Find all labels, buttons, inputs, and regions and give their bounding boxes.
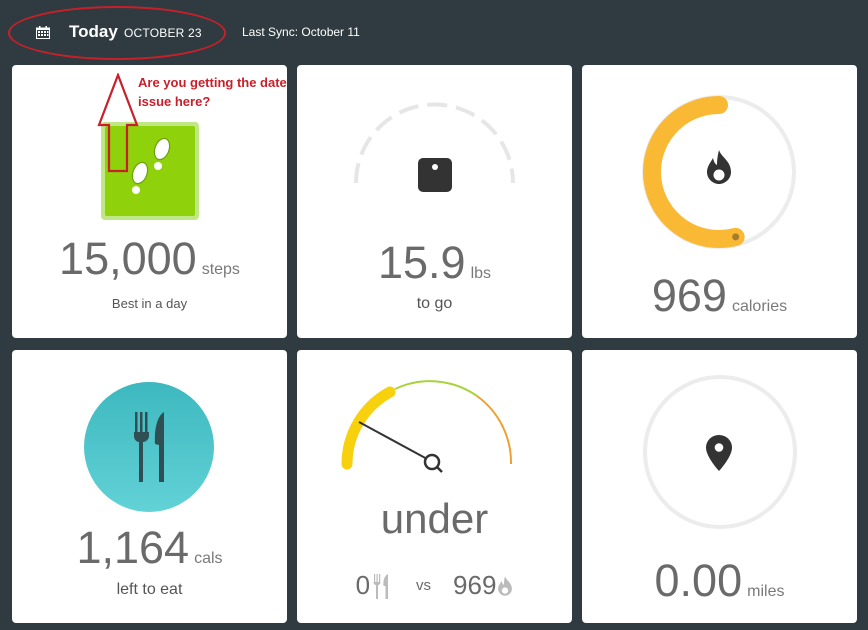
vs-label: vs xyxy=(416,577,432,594)
annotation-text: Are you getting the date issue here? xyxy=(138,75,287,109)
weight-value: 15.9 xyxy=(377,237,466,288)
calories-eaten-value: 0 xyxy=(355,570,371,600)
calorie-budget-tile[interactable]: under 0 vs 969 xyxy=(297,350,572,623)
calorie-budget-compare: 0 vs 969 xyxy=(297,570,572,601)
calorie-budget-status: under xyxy=(380,495,489,542)
food-unit: cals xyxy=(194,550,223,567)
distance-unit: miles xyxy=(747,583,785,600)
distance-tile[interactable]: 0.00 miles xyxy=(582,350,857,623)
last-sync-label: Last Sync: October 11 xyxy=(242,25,360,39)
top-bar: Today OCTOBER 23 Last Sync: October 11 xyxy=(0,0,868,62)
food-sub-label: left to eat xyxy=(116,581,183,598)
fork-knife-icon xyxy=(373,573,389,599)
calories-burned-value: 969 xyxy=(453,570,497,600)
steps-value: 15,000 xyxy=(59,233,197,284)
calories-value: 969 xyxy=(651,270,727,321)
location-pin-icon xyxy=(706,435,732,471)
current-date-label: OCTOBER 23 xyxy=(124,26,202,40)
calorie-budget-gauge xyxy=(341,380,513,473)
annotation-arrow xyxy=(97,73,139,173)
food-tile[interactable]: 1,164 cals left to eat xyxy=(12,350,287,623)
calories-tile[interactable]: 969 calories xyxy=(582,65,857,338)
fork-knife-icon xyxy=(84,382,214,512)
date-picker-button[interactable]: Today OCTOBER 23 xyxy=(22,14,212,50)
steps-sub-label: Best in a day xyxy=(111,296,188,311)
flame-icon xyxy=(498,575,513,596)
weight-unit: lbs xyxy=(470,265,492,282)
distance-value: 0.00 xyxy=(654,555,743,606)
weight-tile[interactable]: 15.9 lbs to go xyxy=(297,65,572,338)
today-label: Today xyxy=(69,22,118,41)
calendar-icon xyxy=(36,26,50,39)
food-value: 1,164 xyxy=(76,522,190,573)
calories-progress-dot xyxy=(732,233,740,241)
weight-sub-label: to go xyxy=(416,295,453,312)
steps-unit: steps xyxy=(201,261,240,278)
scale-icon xyxy=(418,158,452,192)
calories-unit: calories xyxy=(731,298,788,315)
flame-icon xyxy=(707,150,731,184)
